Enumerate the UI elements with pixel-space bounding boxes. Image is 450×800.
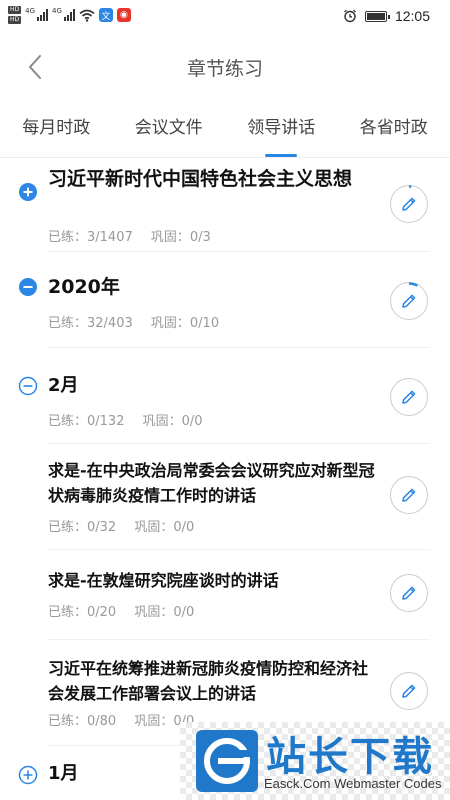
status-left: HD HD 4G 4G 文 ◉	[8, 6, 131, 24]
hd-label: HD	[8, 16, 22, 24]
tab-monthly-politics[interactable]: 每月时政	[0, 98, 113, 157]
practice-button[interactable]	[390, 672, 428, 710]
pencil-icon	[402, 684, 416, 698]
practiced-count: 已练：3/1407	[48, 230, 133, 245]
practiced-count: 已练：32/403	[48, 316, 133, 331]
consolidated-count: 巩固：0/10	[150, 316, 220, 331]
tab-provincial-politics[interactable]: 各省时政	[338, 98, 450, 157]
practice-button[interactable]	[390, 574, 428, 612]
collapse-minus-outline-icon[interactable]	[18, 376, 38, 396]
network-label: 4G	[52, 7, 62, 15]
site-watermark: 站长下载 Easck.Com Webmaster Codes	[180, 722, 450, 800]
status-right: 12:05	[343, 8, 430, 24]
item-title: 习近平新时代中国特色社会主义思想	[48, 168, 353, 190]
item-title: 2月	[48, 375, 79, 396]
network-label: 4G	[25, 7, 36, 15]
wifi-icon	[79, 9, 95, 22]
battery-icon	[364, 10, 390, 22]
tab-meeting-docs[interactable]: 会议文件	[113, 98, 226, 157]
item-stats: 已练：3/1407 巩固：0/3	[48, 226, 211, 245]
consolidated-count: 巩固：0/3	[150, 230, 211, 245]
practice-button[interactable]	[390, 476, 428, 514]
item-stats: 已练：32/403 巩固：0/10	[48, 312, 219, 331]
expand-plus-outline-icon[interactable]	[18, 765, 38, 785]
progress-ring	[408, 281, 418, 287]
signal-icon	[63, 9, 75, 21]
watermark-subtitle: Easck.Com Webmaster Codes	[264, 776, 442, 791]
category-tabs: 每月时政 会议文件 领导讲话 各省时政	[0, 98, 450, 158]
wen-app-icon: 文	[98, 8, 113, 22]
signal-icon	[37, 9, 49, 21]
item-title: 习近平在统筹推进新冠肺炎疫情防控和经济社会发展工作部署会议上的讲话	[48, 659, 369, 703]
progress-arc	[408, 281, 418, 287]
clock-time: 12:05	[394, 8, 430, 24]
expand-plus-icon[interactable]	[18, 182, 38, 202]
item-stats: 已练：0/32 巩固：0/0	[48, 516, 194, 535]
status-bar: HD HD 4G 4G 文 ◉ 12:05	[0, 0, 450, 34]
hd-indicators: HD HD	[8, 6, 22, 24]
consolidated-count: 巩固：0/0	[134, 605, 195, 620]
pencil-icon	[402, 488, 416, 502]
watermark-title: 站长下载	[266, 734, 434, 780]
list-item[interactable]: 习近平新时代中国特色社会主义思想 已练：3/1407 巩固：0/3	[0, 158, 450, 252]
practice-button[interactable]	[390, 378, 428, 416]
hd-label: HD	[8, 6, 22, 14]
page-title: 章节练习	[186, 58, 263, 80]
pencil-icon	[402, 586, 416, 600]
tab-leader-speeches[interactable]: 领导讲话	[225, 98, 338, 157]
practice-button[interactable]	[390, 184, 428, 223]
app-header: 章节练习	[0, 34, 450, 98]
alarm-icon	[344, 9, 356, 23]
list-item[interactable]: 2月 已练：0/132 巩固：0/0	[0, 348, 450, 444]
practiced-count: 已练：0/132	[48, 414, 125, 429]
practice-button[interactable]	[390, 281, 428, 320]
chapter-list: 习近平新时代中国特色社会主义思想 已练：3/1407 巩固：0/3 2020年 …	[0, 158, 450, 800]
list-item[interactable]: 求是-在中央政治局常委会会议研究应对新型冠状病毒肺炎疫情工作时的讲话 已练：0/…	[0, 444, 450, 550]
pencil-icon	[402, 390, 416, 404]
item-stats: 已练：0/132 巩固：0/0	[48, 410, 203, 429]
item-title: 2020年	[48, 276, 120, 298]
list-item[interactable]: 求是-在敦煌研究院座谈时的讲话 已练：0/20 巩固：0/0	[0, 550, 450, 640]
list-item[interactable]: 2020年 已练：32/403 巩固：0/10	[0, 252, 450, 348]
easck-logo-icon	[196, 730, 258, 792]
practiced-count: 已练：0/20	[48, 605, 117, 620]
item-stats: 已练：0/80 巩固：0/0	[48, 710, 194, 729]
weibo-icon: ◉	[116, 8, 131, 22]
collapse-minus-icon[interactable]	[18, 277, 38, 297]
item-stats: 已练：0/20 巩固：0/0	[48, 601, 194, 620]
progress-ring	[408, 184, 411, 188]
consolidated-count: 巩固：0/0	[142, 414, 203, 429]
practiced-count: 已练：0/32	[48, 520, 117, 535]
consolidated-count: 巩固：0/0	[134, 520, 195, 535]
item-title: 求是-在敦煌研究院座谈时的讲话	[48, 571, 279, 590]
item-title: 求是-在中央政治局常委会会议研究应对新型冠状病毒肺炎疫情工作时的讲话	[48, 461, 375, 505]
practiced-count: 已练：0/80	[48, 714, 117, 729]
